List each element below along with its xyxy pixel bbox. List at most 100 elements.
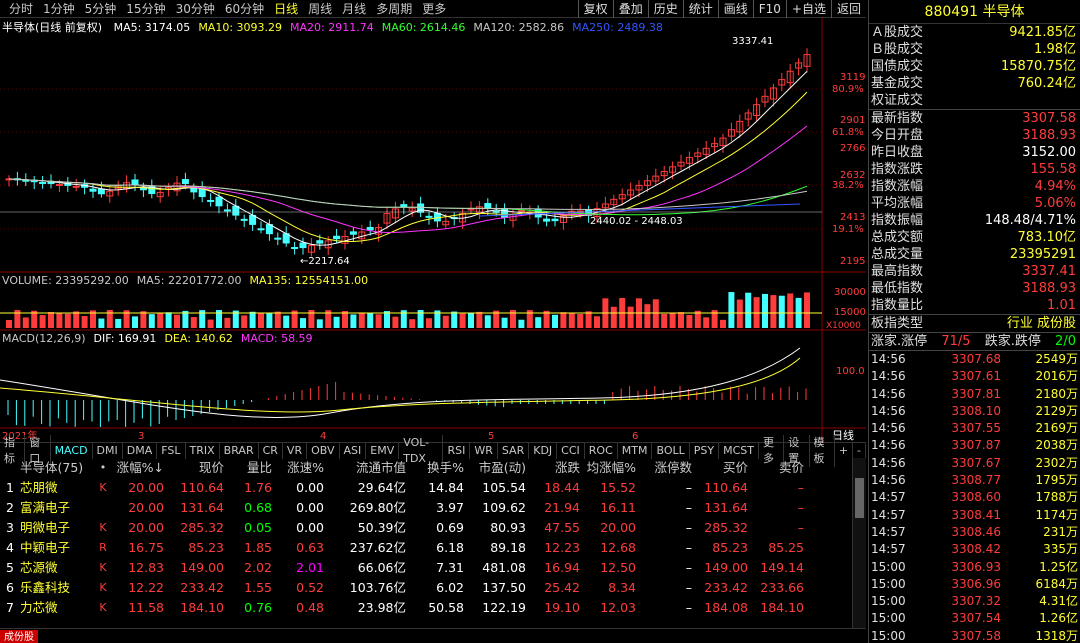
volume-bar: [787, 293, 794, 328]
period-tab[interactable]: 月线: [337, 0, 371, 18]
indicator-tab[interactable]: TRIX: [186, 442, 220, 459]
tool-button[interactable]: 复权: [577, 0, 613, 18]
indicator-tab[interactable]: CCI: [557, 442, 585, 459]
table-row[interactable]: 5 芯源微 K 12.83 149.00 2.02 2.01 66.06亿 7.31 481.08…: [0, 558, 866, 578]
chart-period-label[interactable]: 日线: [832, 428, 854, 442]
indicator-tab[interactable]: +: [835, 442, 854, 459]
tick-volume: 335万: [1043, 542, 1078, 557]
candle-body: [484, 203, 492, 209]
period-tab[interactable]: 30分钟: [171, 0, 220, 18]
indicator-tab[interactable]: WR: [470, 442, 498, 459]
column-header[interactable]: 现价: [164, 458, 224, 478]
tool-button[interactable]: +自选: [785, 0, 831, 18]
info-value: 23395291: [1009, 247, 1076, 262]
tick-time: 14:56: [871, 473, 906, 488]
column-header[interactable]: •: [92, 458, 114, 478]
indicator-tab[interactable]: MTM: [618, 442, 653, 459]
indicator-tab[interactable]: FSL: [157, 442, 186, 459]
indicator-tab[interactable]: MCST: [719, 442, 759, 459]
fib-axis-label: 38.2%: [832, 180, 864, 191]
tick-row: 14:56 3308.10 2129万: [869, 403, 1080, 420]
indicator-tab[interactable]: BRAR: [220, 442, 259, 459]
info-label: 今日开盘: [871, 128, 924, 143]
candle-body: [299, 242, 307, 249]
column-header[interactable]: 市盈(动): [464, 458, 526, 478]
scroll-thumb[interactable]: [855, 478, 864, 518]
indicator-tab[interactable]: CR: [259, 442, 283, 459]
cell-ask: –: [797, 480, 804, 495]
indicator-tab[interactable]: ASI: [340, 442, 367, 459]
volume-bar: [6, 320, 12, 328]
chart-canvas[interactable]: 31192901276626322413219580.9%61.8%38.2%1…: [0, 18, 866, 442]
chart-area[interactable]: 3119 2901 2766 2632 2413 2195 80.9% 61.8% 38.2% 1…: [0, 18, 866, 442]
period-tab[interactable]: 15分钟: [121, 0, 170, 18]
table-row[interactable]: 3 明微电子 K 20.00 285.32 0.05 0.00 50.39亿 0.69 80.93…: [0, 518, 866, 538]
indicator-tab[interactable]: DMI: [93, 442, 123, 459]
indicator-tab[interactable]: KDJ: [529, 442, 558, 459]
column-header[interactable]: 买价: [692, 458, 748, 478]
tool-button[interactable]: 返回: [830, 0, 866, 18]
table-scrollbar[interactable]: [852, 458, 866, 628]
info-row: Ａ股成交 9421.85亿: [869, 24, 1080, 41]
period-tab[interactable]: 1分钟: [38, 0, 80, 18]
column-header[interactable]: 量比: [224, 458, 272, 478]
column-header[interactable]: 涨停数: [636, 458, 692, 478]
indicator-tab[interactable]: SAR: [498, 442, 530, 459]
column-header[interactable]: 涨速%: [272, 458, 324, 478]
volume-bar: [501, 317, 508, 328]
period-tab[interactable]: 分时: [4, 0, 38, 18]
tool-button[interactable]: 统计: [682, 0, 718, 18]
indicator-tab[interactable]: ROC: [585, 442, 618, 459]
period-tab[interactable]: 60分钟: [220, 0, 269, 18]
tool-button[interactable]: 叠加: [612, 0, 648, 18]
period-tab[interactable]: 周线: [303, 0, 337, 18]
indicator-tab[interactable]: OBV: [307, 442, 340, 459]
column-header[interactable]: [0, 458, 20, 478]
period-tab[interactable]: 更多: [417, 0, 451, 18]
cell-bid: 85.23: [712, 540, 748, 555]
period-tab[interactable]: 日线: [269, 0, 303, 18]
indicator-tab[interactable]: MACD: [51, 442, 93, 459]
column-header[interactable]: 均涨幅%: [580, 458, 636, 478]
indicator-tab[interactable]: PSY: [690, 442, 720, 459]
indicator-tab[interactable]: RSI: [443, 442, 471, 459]
indicator-tab[interactable]: VR: [283, 442, 308, 459]
period-tab[interactable]: 5分钟: [80, 0, 122, 18]
column-header[interactable]: 涨跌: [526, 458, 580, 478]
table-row[interactable]: 1 芯朋微 K 20.00 110.64 1.76 0.00 29.64亿 14.84 105.5…: [0, 478, 866, 498]
indicator-tab[interactable]: EMV: [366, 442, 400, 459]
column-header[interactable]: 卖价: [748, 458, 804, 478]
table-row[interactable]: 4 中颖电子 R 16.75 85.23 1.85 0.63 237.62亿 6.18 89.18…: [0, 538, 866, 558]
constituent-tag[interactable]: 成份股: [0, 630, 38, 643]
candle-body: [223, 209, 231, 212]
period-tabs: 分时 1分钟 5分钟 15分钟 30分钟 60分钟 日线 周线 月线 多周期 更多: [0, 0, 451, 18]
tick-volume: 231万: [1043, 524, 1078, 539]
table-row[interactable]: 7 力芯微 K 11.58 184.10 0.76 0.48 23.98亿 50.58 122.1…: [0, 598, 866, 618]
candle-body: [240, 218, 248, 221]
tool-button[interactable]: 历史: [647, 0, 683, 18]
cell-flag: K: [99, 561, 107, 574]
cell-to: 0.69: [436, 520, 464, 535]
column-header[interactable]: 换手%: [406, 458, 464, 478]
column-header[interactable]: 涨幅%↓: [114, 458, 164, 478]
indicator-tab[interactable]: BOLL: [652, 442, 690, 459]
volume-bar: [535, 317, 542, 328]
period-tab[interactable]: 多周期: [371, 0, 417, 18]
tool-button[interactable]: F10: [752, 0, 786, 18]
tick-volume: 2302万: [1035, 455, 1078, 470]
tool-button[interactable]: 画线: [717, 0, 753, 18]
volume-bar: [283, 315, 290, 328]
candle-body: [97, 188, 105, 195]
column-header[interactable]: 流通市值: [324, 458, 406, 478]
tick-volume: 2016万: [1035, 369, 1078, 384]
indicator-tab[interactable]: DMA: [123, 442, 158, 459]
column-header[interactable]: 半导体(75): [20, 458, 92, 478]
table-row[interactable]: 6 乐鑫科技 K 12.22 233.42 1.55 0.52 103.76亿 6.02 137.…: [0, 578, 866, 598]
info-value: 3152.00: [1022, 145, 1076, 160]
candle-body: [89, 188, 97, 192]
indicator-tab[interactable]: -: [853, 442, 867, 459]
table-row[interactable]: 2 富满电子 20.00 131.64 0.68 0.00 269.80亿 3.97 109.6…: [0, 498, 866, 518]
price-axis-label: 3119: [840, 72, 865, 83]
tick-volume: 6184万: [1035, 576, 1078, 591]
cell-spd: 0.63: [296, 540, 324, 555]
